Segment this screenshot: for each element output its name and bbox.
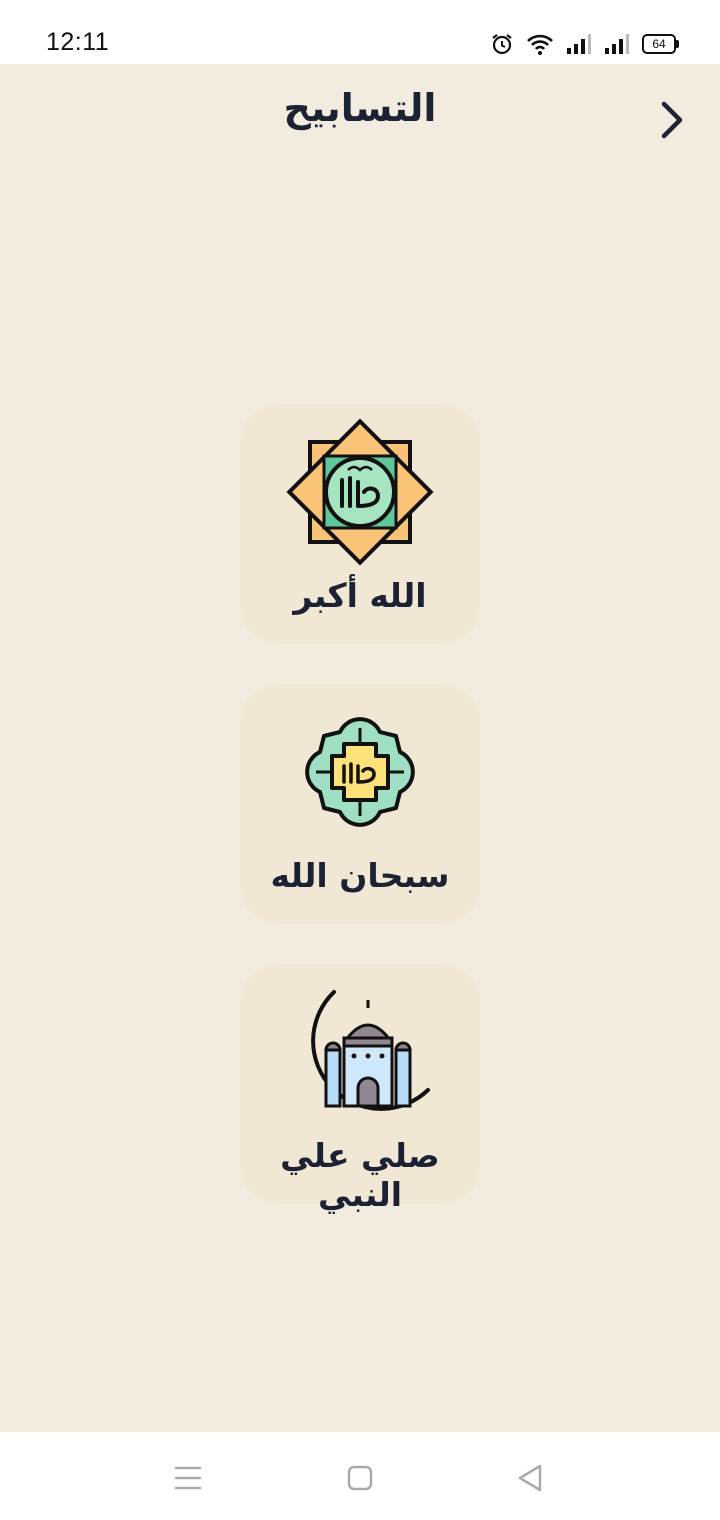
card-subhan-allah[interactable]: سبحان الله bbox=[240, 684, 480, 924]
chevron-right-icon[interactable] bbox=[650, 98, 694, 142]
status-time: 12:11 bbox=[46, 28, 110, 56]
home-square-icon[interactable] bbox=[340, 1458, 380, 1498]
signal-icon bbox=[605, 34, 629, 54]
signal-icon bbox=[567, 34, 591, 54]
card-label: الله أكبر bbox=[293, 576, 427, 615]
crescent-mosque-icon bbox=[311, 990, 430, 1111]
system-nav-bar bbox=[0, 1432, 720, 1520]
battery-icon: 64 bbox=[642, 34, 679, 54]
wifi-icon bbox=[527, 34, 553, 55]
card-allahu-akbar[interactable]: الله أكبر bbox=[240, 404, 480, 644]
card-label: سبحان الله bbox=[270, 856, 450, 895]
card-label: صلي علي النبي bbox=[280, 1136, 440, 1214]
card-salli-ala-nabi[interactable]: صلي علي النبي bbox=[240, 964, 480, 1214]
tasbih-screen: التسابيح الله أكبر سبحان الله صلي علي ال… bbox=[0, 64, 720, 1432]
status-bar: 12:11 64 bbox=[0, 0, 720, 64]
menu-icon[interactable] bbox=[168, 1458, 208, 1498]
octagram-allah-icon bbox=[286, 418, 434, 566]
back-triangle-icon[interactable] bbox=[510, 1458, 550, 1498]
alarm-icon bbox=[492, 34, 512, 55]
status-icons: 64 bbox=[490, 30, 679, 58]
quatrefoil-allah-icon bbox=[305, 717, 415, 827]
page-title: التسابيح bbox=[283, 86, 437, 130]
